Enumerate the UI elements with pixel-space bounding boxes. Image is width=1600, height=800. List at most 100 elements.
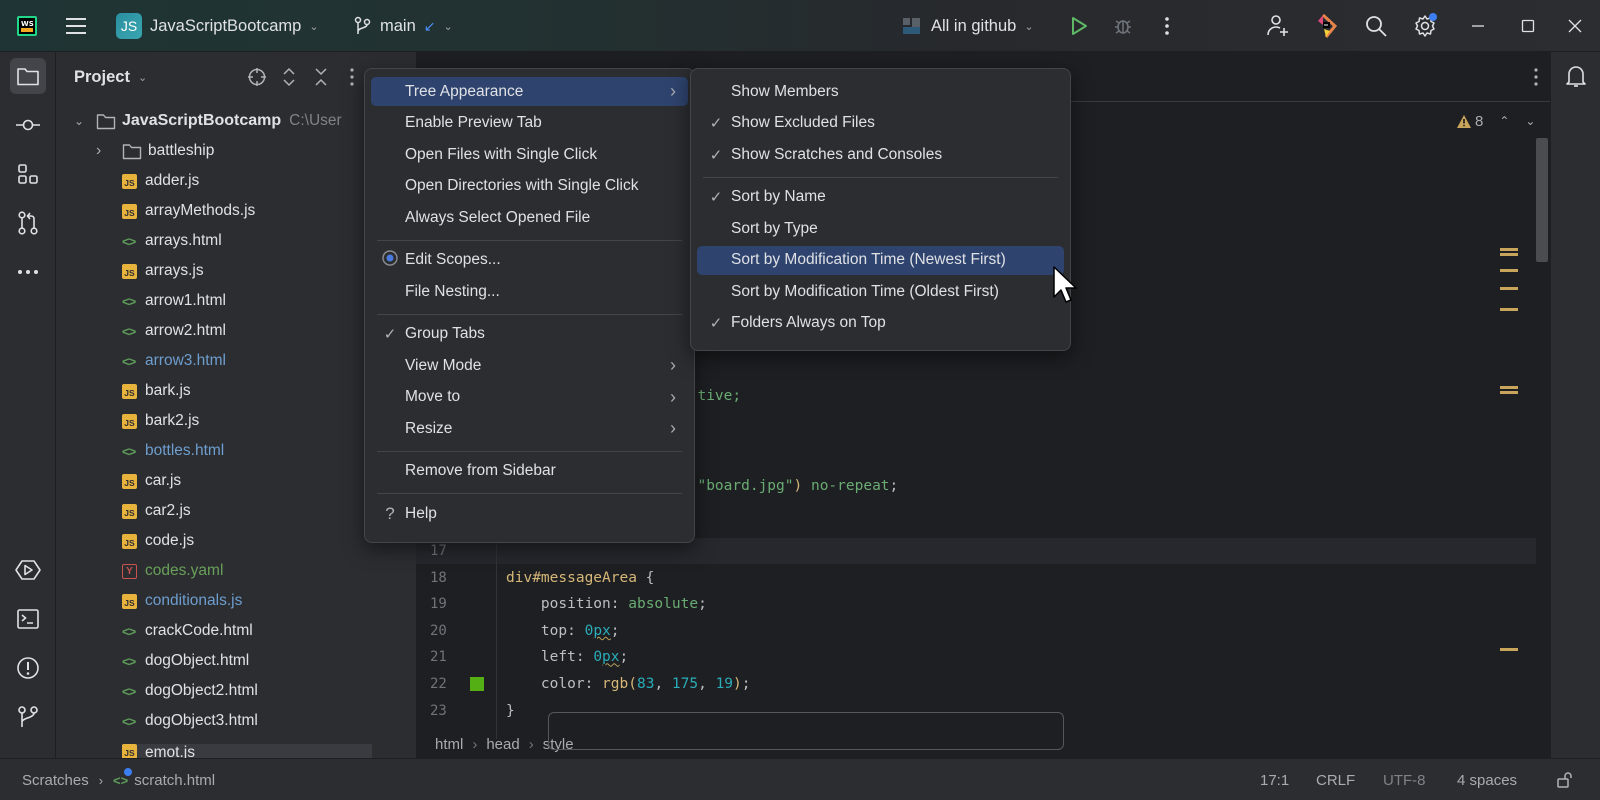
menu-item[interactable]: Edit Scopes... [371, 246, 688, 275]
ai-assistant-button[interactable] [1311, 10, 1343, 42]
project-selector[interactable]: JS JavaScriptBootcamp ⌄ [116, 0, 319, 52]
tree-folder[interactable]: › battleship [96, 136, 214, 166]
tree-file[interactable]: <> dogObject2.html [122, 676, 258, 706]
expand-all-button[interactable] [282, 67, 296, 91]
search-button[interactable] [1360, 10, 1392, 42]
tree-file[interactable]: JS arrays.js [122, 256, 204, 286]
tree-file[interactable]: Ycodes.yaml [122, 556, 223, 586]
menu-item[interactable]: File Nesting... [371, 277, 688, 306]
terminal-tool-button[interactable] [10, 601, 46, 637]
path-segment[interactable]: scratch.html [134, 772, 215, 789]
menu-item[interactable]: Sort by Modification Time (Newest First) [697, 245, 1064, 275]
tree-file[interactable]: <> arrow2.html [122, 316, 226, 346]
read-only-toggle[interactable] [1556, 759, 1574, 800]
next-highlight-icon[interactable]: ⌄ [1525, 114, 1535, 128]
tree-file[interactable]: JS conditionals.js [122, 586, 242, 616]
warning-marker[interactable] [1500, 308, 1518, 311]
git-tool-button[interactable] [10, 699, 46, 735]
code-line[interactable]: 20 top: 0px; [416, 618, 1536, 644]
warning-marker[interactable] [1500, 248, 1518, 251]
code-line[interactable]: 21 left: 0px; [416, 644, 1536, 670]
menu-item[interactable]: Sort by Type [697, 214, 1064, 243]
commit-tool-button[interactable] [10, 107, 46, 143]
debug-button[interactable] [1107, 10, 1139, 42]
tree-file[interactable]: <> dogObject3.html [122, 706, 258, 736]
color-swatch-icon[interactable] [470, 677, 484, 691]
warning-marker[interactable] [1500, 391, 1518, 394]
caret-position[interactable]: 17:1 [1260, 759, 1289, 800]
warning-marker[interactable] [1500, 253, 1518, 256]
main-menu-button[interactable] [64, 0, 88, 52]
run-config-selector[interactable]: All in github ⌄ [902, 0, 1034, 52]
menu-item[interactable]: Remove from Sidebar [371, 457, 688, 486]
notifications-button[interactable] [1558, 58, 1594, 94]
menu-item[interactable]: View Mode › [371, 351, 688, 380]
menu-item[interactable]: Enable Preview Tab [371, 109, 688, 138]
tree-file[interactable]: JS car.js [122, 466, 181, 496]
warning-marker[interactable] [1500, 269, 1518, 272]
app-logo-icon[interactable]: WS [14, 0, 40, 52]
tree-file[interactable]: JS car2.js [122, 496, 191, 526]
tree-file[interactable]: JS code.js [122, 526, 194, 556]
breadcrumb-item[interactable]: html [435, 736, 463, 753]
tab-options-button[interactable] [1534, 67, 1538, 91]
menu-item[interactable]: Show Members [697, 77, 1064, 106]
breadcrumb-item[interactable]: head [486, 736, 519, 753]
menu-item[interactable]: ✓ Sort by Name [697, 183, 1064, 212]
structure-tool-button[interactable] [10, 156, 46, 192]
tree-file[interactable]: <> arrays.html [122, 226, 222, 256]
more-actions-button[interactable] [1151, 10, 1183, 42]
menu-item[interactable]: Sort by Modification Time (Oldest First) [697, 277, 1064, 306]
tree-file[interactable]: JS bark2.js [122, 406, 199, 436]
services-tool-button[interactable] [10, 552, 46, 588]
tree-file[interactable]: JS arrayMethods.js [122, 196, 255, 226]
code-line[interactable]: 18 div#messageArea { [416, 565, 1536, 591]
tree-file[interactable]: <> crackCode.html [122, 616, 253, 646]
tree-file[interactable]: <> arrow3.html [122, 346, 226, 376]
tree-file[interactable]: JS adder.js [122, 166, 199, 196]
menu-item[interactable]: ✓ Group Tabs [371, 320, 688, 349]
tree-file[interactable]: <> bottles.html [122, 436, 224, 466]
path-segment[interactable]: Scratches [22, 772, 89, 789]
code-line[interactable]: 22 color: rgb(83, 175, 19); [416, 671, 1536, 697]
tree-file[interactable]: <> dogObject.html [122, 646, 249, 676]
inspection-widget[interactable]: 8 ⌃ ⌄ [1456, 110, 1535, 132]
menu-item[interactable]: Move to › [371, 383, 688, 412]
close-button[interactable] [1559, 10, 1591, 42]
more-tools-button[interactable] [10, 254, 46, 290]
tree-file[interactable]: JS bark.js [122, 376, 191, 406]
menu-item[interactable]: Open Directories with Single Click [371, 172, 688, 201]
line-separator[interactable]: CRLF [1316, 759, 1355, 800]
file-encoding[interactable]: UTF-8 [1383, 759, 1426, 800]
maximize-button[interactable] [1512, 10, 1544, 42]
menu-item[interactable]: Always Select Opened File [371, 203, 688, 232]
menu-item[interactable]: ? Help [371, 499, 688, 528]
problems-tool-button[interactable] [10, 650, 46, 686]
project-view-selector[interactable]: Project ⌄ [74, 52, 147, 102]
warning-marker[interactable] [1500, 386, 1518, 389]
code-with-me-button[interactable] [1262, 10, 1294, 42]
indent-setting[interactable]: 4 spaces [1457, 759, 1517, 800]
chevron-right-icon[interactable]: › [96, 142, 122, 160]
menu-item[interactable]: Tree Appearance › [371, 77, 688, 106]
locate-file-button[interactable] [247, 67, 267, 91]
branch-selector[interactable]: main ↙ ⌄ [354, 0, 453, 52]
menu-item[interactable]: ✓ Show Scratches and Consoles [697, 140, 1064, 169]
pull-requests-tool-button[interactable] [10, 205, 46, 241]
previous-highlight-icon[interactable]: ⌃ [1499, 114, 1509, 128]
menu-item[interactable]: ✓ Show Excluded Files [697, 109, 1064, 138]
warning-marker[interactable] [1500, 287, 1518, 290]
status-path[interactable]: Scratches › <> scratch.html [22, 759, 215, 800]
code-line[interactable]: 19 position: absolute; [416, 591, 1536, 617]
tree-root[interactable]: ⌄ JavaScriptBootcamp C:\User [74, 106, 342, 136]
run-button[interactable] [1063, 10, 1095, 42]
menu-item[interactable]: Resize › [371, 414, 688, 443]
warning-marker[interactable] [1500, 648, 1518, 651]
menu-item[interactable]: ✓ Folders Always on Top [697, 309, 1064, 338]
minimize-button[interactable] [1462, 10, 1494, 42]
menu-item[interactable]: Open Files with Single Click [371, 140, 688, 169]
settings-button[interactable] [1409, 10, 1441, 42]
panel-options-button[interactable] [350, 67, 354, 91]
tree-file[interactable]: <> arrow1.html [122, 286, 226, 316]
collapse-all-button[interactable] [314, 67, 328, 91]
